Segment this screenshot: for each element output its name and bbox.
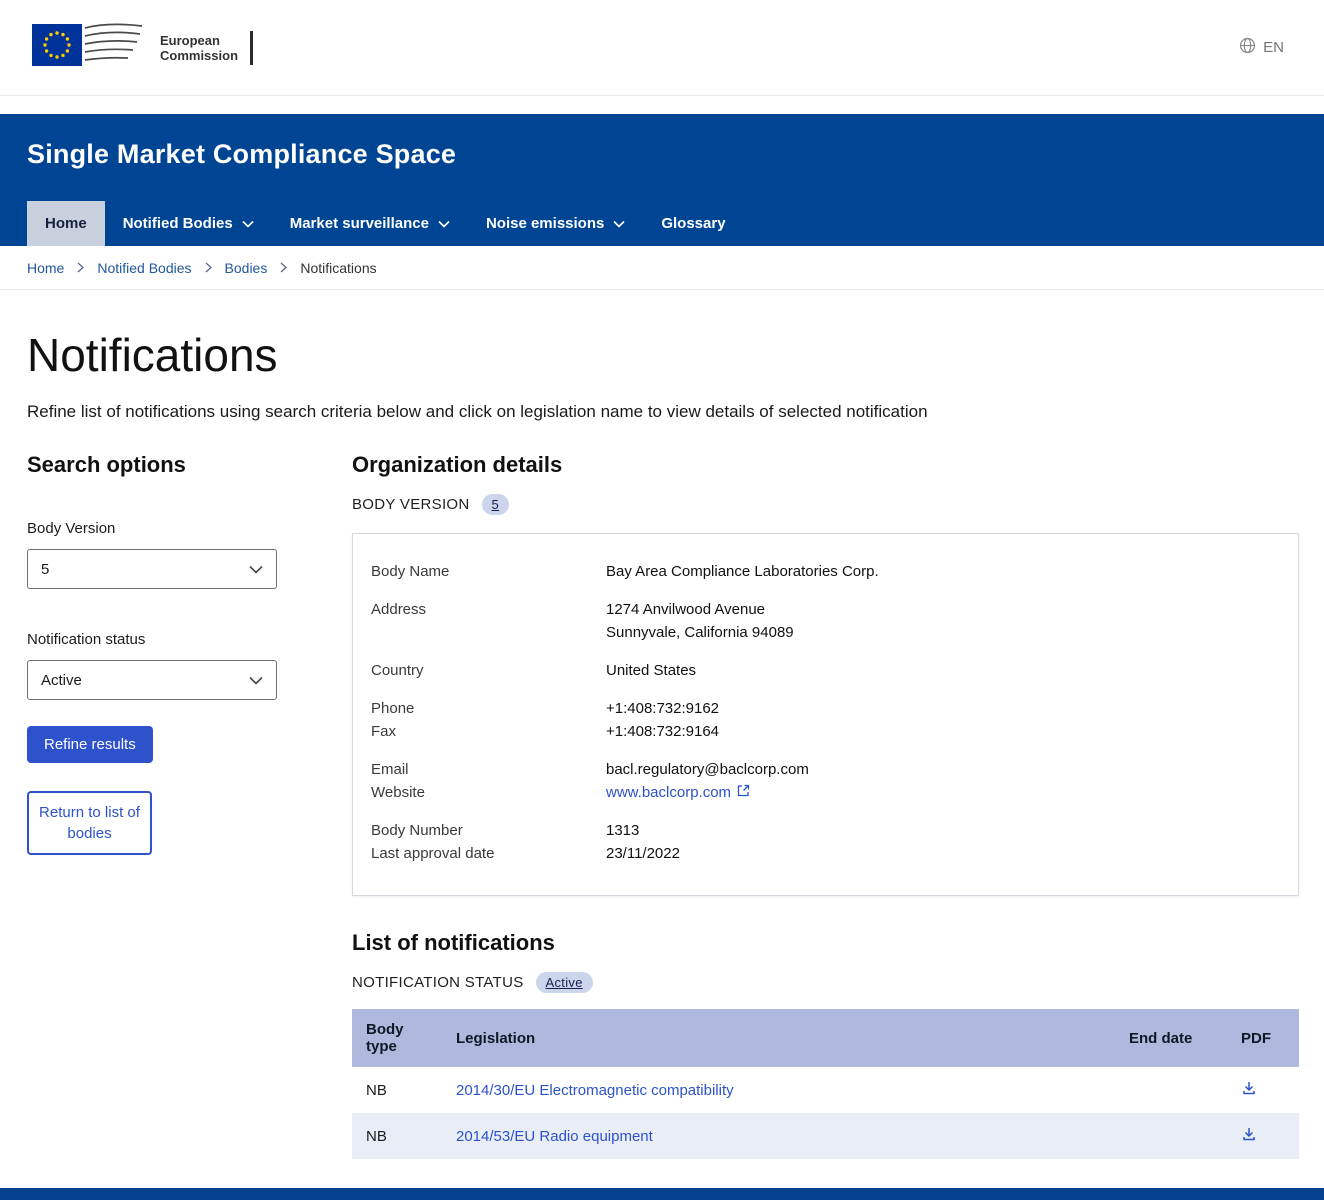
external-link-icon [737, 781, 750, 804]
download-pdf-icon[interactable] [1241, 1083, 1257, 1100]
org-row-email: Email bacl.regulatory@baclcorp.com [371, 758, 1280, 781]
main-nav: Home Notified Bodies Market surveillance… [27, 201, 1299, 246]
ec-logo-text: European Commission [160, 33, 238, 63]
org-row-body-number: Body Number 1313 [371, 819, 1280, 842]
logo-divider [250, 31, 253, 65]
org-row-address-line2: Sunnyvale, California 94089 [371, 621, 1280, 644]
body-version-badge[interactable]: 5 [482, 494, 510, 515]
cell-end-date [1115, 1067, 1227, 1113]
org-row-country: Country United States [371, 659, 1280, 682]
ec-logo[interactable]: European Commission [30, 16, 253, 79]
page-title: Notifications [27, 328, 1299, 382]
body-version-caption: BODY VERSION [352, 496, 470, 513]
organization-details-heading: Organization details [352, 452, 1299, 478]
header-legislation: Legislation [442, 1009, 1115, 1067]
search-options-panel: Search options Body Version 5 Notificati… [27, 452, 352, 1159]
header-end-date: End date [1115, 1009, 1227, 1067]
breadcrumb: Home Notified Bodies Bodies Notification… [0, 246, 1324, 290]
top-bar: European Commission EN [0, 0, 1324, 96]
org-row-address: Address 1274 Anvilwood Avenue [371, 598, 1280, 621]
breadcrumb-current: Notifications [300, 260, 376, 276]
notification-status-badge[interactable]: Active [536, 972, 593, 993]
eu-flag-icon [30, 16, 148, 79]
notifications-table: Body type Legislation End date PDF NB 20… [352, 1009, 1299, 1159]
legislation-link[interactable]: 2014/30/EU Electromagnetic compatibility [456, 1082, 734, 1099]
language-label: EN [1263, 39, 1284, 56]
chevron-right-icon [77, 262, 84, 273]
notification-status-line: NOTIFICATION STATUS Active [352, 972, 1299, 993]
download-pdf-icon[interactable] [1241, 1129, 1257, 1146]
body-version-line: BODY VERSION 5 [352, 494, 1299, 515]
org-row-fax: Fax +1:408:732:9164 [371, 720, 1280, 743]
org-row-phone: Phone +1:408:732:9162 [371, 697, 1280, 720]
body-version-select[interactable]: 5 [27, 549, 277, 589]
chevron-right-icon [280, 262, 287, 273]
language-selector[interactable]: EN [1239, 37, 1284, 58]
chevron-down-icon [249, 561, 263, 578]
page-intro: Refine list of notifications using searc… [27, 402, 1299, 422]
globe-icon [1239, 37, 1256, 58]
chevron-down-icon [249, 672, 263, 689]
cell-body-type: NB [352, 1113, 442, 1159]
organization-card: Body Name Bay Area Compliance Laboratori… [352, 533, 1299, 896]
cell-body-type: NB [352, 1067, 442, 1113]
table-header-row: Body type Legislation End date PDF [352, 1009, 1299, 1067]
chevron-down-icon [613, 215, 625, 232]
nav-item-market-surveillance[interactable]: Market surveillance [272, 201, 468, 246]
list-of-notifications-heading: List of notifications [352, 930, 1299, 956]
table-row: NB 2014/53/EU Radio equipment [352, 1113, 1299, 1159]
chevron-down-icon [242, 215, 254, 232]
notification-status-select[interactable]: Active [27, 660, 277, 700]
legislation-link[interactable]: 2014/53/EU Radio equipment [456, 1128, 653, 1145]
nav-item-home[interactable]: Home [27, 201, 105, 246]
site-title: Single Market Compliance Space [27, 139, 1299, 170]
header-pdf: PDF [1227, 1009, 1299, 1067]
breadcrumb-home[interactable]: Home [27, 260, 64, 276]
nav-item-notified-bodies[interactable]: Notified Bodies [105, 201, 272, 246]
breadcrumb-notified-bodies[interactable]: Notified Bodies [97, 260, 191, 276]
website-link[interactable]: www.baclcorp.com [606, 781, 750, 804]
notification-status-label: Notification status [27, 631, 352, 648]
header-body-type: Body type [352, 1009, 442, 1067]
refine-results-button[interactable]: Refine results [27, 726, 153, 763]
nav-item-glossary[interactable]: Glossary [643, 201, 743, 246]
org-row-website: Website www.baclcorp.com [371, 781, 1280, 804]
cell-end-date [1115, 1113, 1227, 1159]
nav-item-noise-emissions[interactable]: Noise emissions [468, 201, 643, 246]
body-version-label: Body Version [27, 520, 352, 537]
breadcrumb-bodies[interactable]: Bodies [225, 260, 268, 276]
notification-status-caption: NOTIFICATION STATUS [352, 974, 524, 991]
notification-status-value: Active [41, 672, 82, 689]
chevron-right-icon [205, 262, 212, 273]
return-to-list-button[interactable]: Return to list of bodies [27, 791, 152, 855]
org-row-last-approval-date: Last approval date 23/11/2022 [371, 842, 1280, 865]
details-panel: Organization details BODY VERSION 5 Body… [352, 452, 1299, 1159]
main-content: Notifications Refine list of notificatio… [0, 328, 1324, 1159]
footer [0, 1188, 1324, 1200]
body-version-value: 5 [41, 561, 49, 578]
org-row-body-name: Body Name Bay Area Compliance Laboratori… [371, 560, 1280, 583]
site-header: Single Market Compliance Space Home Noti… [0, 114, 1324, 246]
search-options-heading: Search options [27, 452, 352, 478]
chevron-down-icon [438, 215, 450, 232]
table-row: NB 2014/30/EU Electromagnetic compatibil… [352, 1067, 1299, 1113]
